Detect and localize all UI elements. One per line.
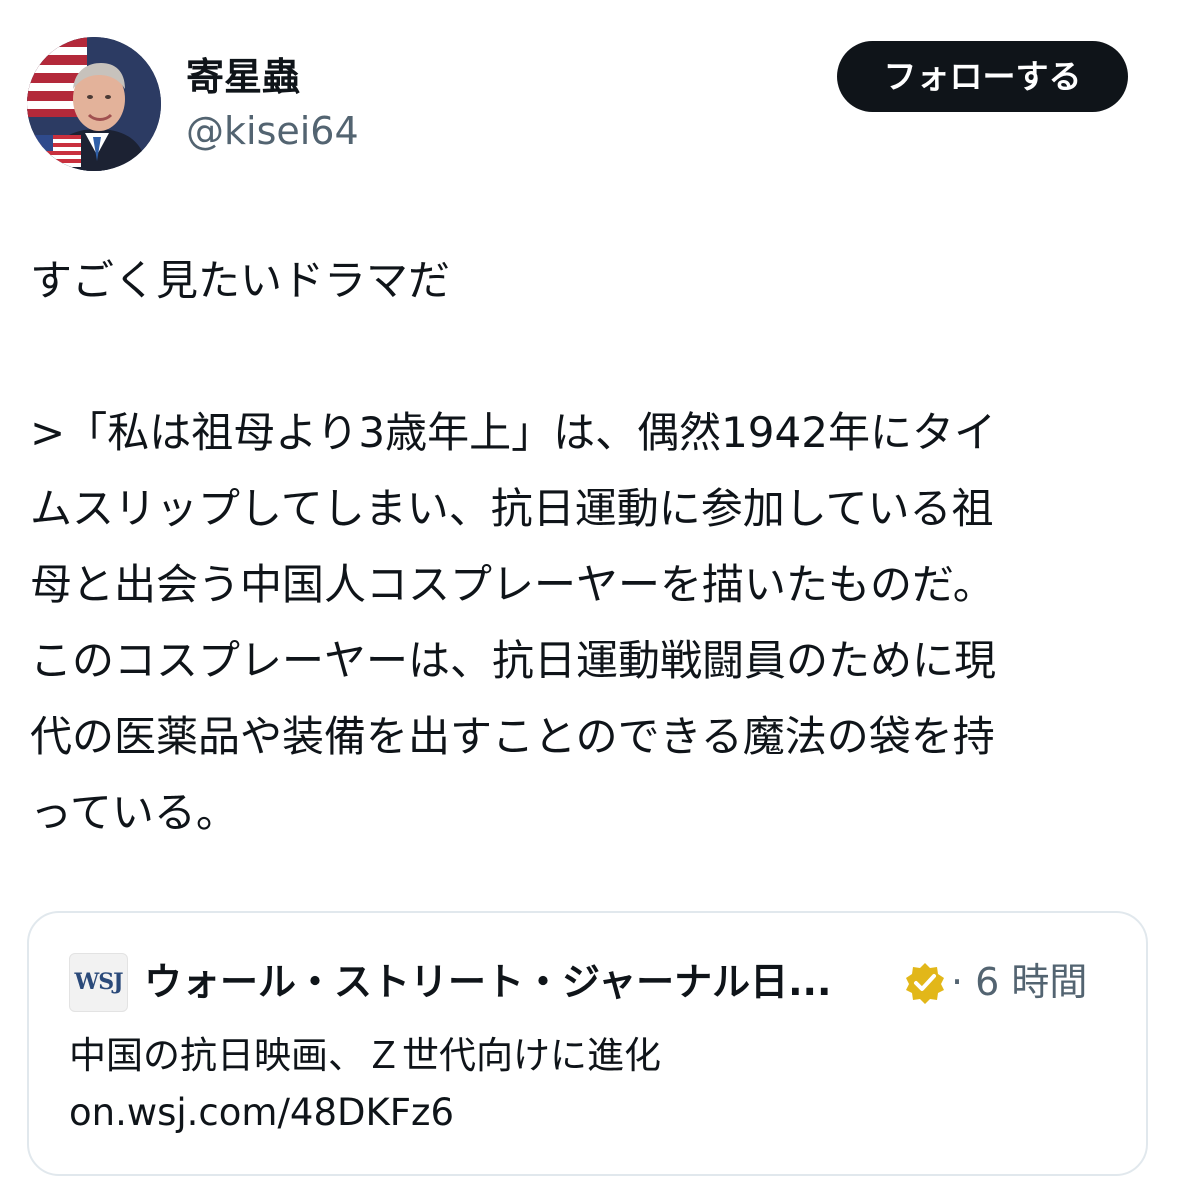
tweet-line: っている。 xyxy=(30,788,238,837)
quoted-post-author[interactable]: ウォール・ストリート・ジャーナル日... xyxy=(144,954,899,1010)
source-logo-icon: WSJ xyxy=(69,953,128,1012)
avatar-image xyxy=(27,37,161,171)
avatar[interactable] xyxy=(27,37,161,171)
tweet-line: 母と出会う中国人コスプレーヤーを描いたものだ。 xyxy=(30,560,995,609)
quoted-post-headline: 中国の抗日映画、Ｚ世代向けに進化 xyxy=(69,1034,661,1077)
tweet-line: ムスリップしてしまい、抗日運動に参加している祖 xyxy=(30,484,994,533)
verified-badge-icon xyxy=(903,961,947,1005)
tweet-line: すごく見たいドラマだ xyxy=(30,256,451,305)
tweet-line: >「私は祖母より3歳年上」は、偶然1942年にタイ xyxy=(30,408,996,457)
display-name[interactable]: 寄星蟲 xyxy=(186,52,300,102)
quoted-post-timestamp: · 6 時間 xyxy=(951,960,1088,1004)
tweet-line: このコスプレーヤーは、抗日運動戦闘員のために現 xyxy=(30,636,997,685)
tweet-text: すごく見たいドラマだ >「私は祖母より3歳年上」は、偶然1942年にタイ ムスリ… xyxy=(30,243,1150,851)
user-handle[interactable]: @kisei64 xyxy=(186,106,359,156)
tweet-line: 代の医薬品や装備を出すことのできる魔法の袋を持 xyxy=(30,712,995,761)
quoted-post-link[interactable]: on.wsj.com/48DKFz6 xyxy=(69,1087,454,1139)
quoted-post-card[interactable]: WSJ ウォール・ストリート・ジャーナル日... · 6 時間 中国の抗日映画、… xyxy=(27,911,1148,1176)
follow-button[interactable]: フォローする xyxy=(837,41,1128,112)
